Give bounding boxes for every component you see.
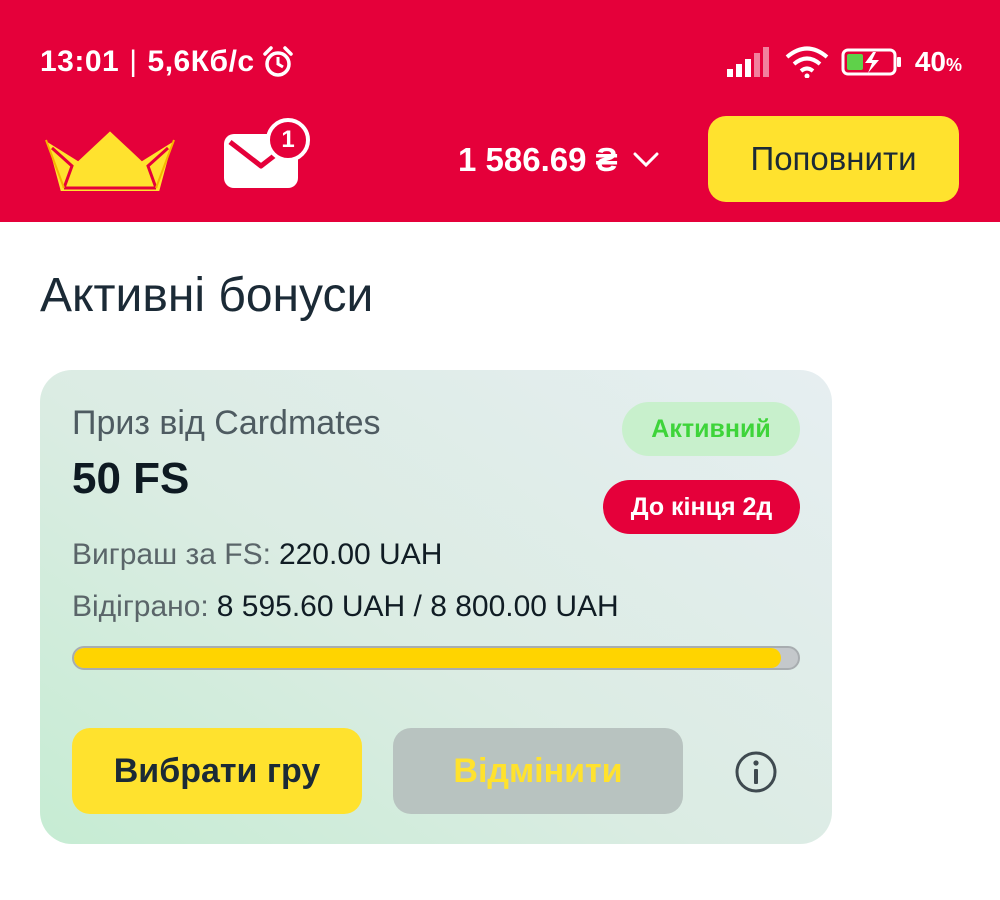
crown-logo[interactable] [42,126,178,194]
mail-badge: 1 [266,118,310,162]
status-bar: 13:01 | 5,6Кб/с 40% [0,0,1000,110]
signal-icon [726,47,769,77]
wager-row: Відіграно: 8 595.60 UAH / 8 800.00 UAH [72,590,619,624]
status-speed: 5,6Кб/с [147,45,255,78]
deadline-badge: До кінця 2д [603,480,800,534]
wager-value: 8 595.60 UAH / 8 800.00 UAH [216,590,619,623]
app-header: 13:01 | 5,6Кб/с 40% 1 1 586.69 ₴ Поповни… [0,0,1000,222]
wager-progress-bar [72,646,800,670]
win-row: Виграш за FS: 220.00 UAH [72,538,442,572]
topup-button[interactable]: Поповнити [708,116,959,202]
win-value: 220.00 UAH [278,538,443,571]
info-icon[interactable] [734,750,778,794]
wifi-icon [785,46,829,78]
battery-percent: 40% [914,46,962,77]
page-title: Активні бонуси [40,269,374,322]
balance-amount: 1 586.69 ₴ [458,141,618,178]
bonus-card: Приз від Cardmates 50 FS Активний До кін… [40,370,832,844]
status-separator: | [129,45,138,78]
prize-label: Приз від Cardmates [72,404,381,442]
chevron-down-icon [633,152,659,168]
choose-game-button[interactable]: Вибрати гру [72,728,362,814]
prize-amount: 50 FS [72,454,190,503]
battery-charging-icon [841,48,901,76]
alarm-icon [262,46,293,77]
status-time: 13:01 [40,45,120,78]
status-badge: Активний [622,402,800,456]
status-left: 13:01 | 5,6Кб/с [40,40,295,84]
wager-label: Відіграно: [72,590,209,623]
status-right: 40% [726,40,962,84]
balance-dropdown[interactable]: 1 586.69 ₴ [458,136,660,184]
win-label: Виграш за FS: [72,538,271,571]
wager-progress-fill [74,648,782,668]
cancel-bonus-button[interactable]: Відмінити [393,728,683,814]
